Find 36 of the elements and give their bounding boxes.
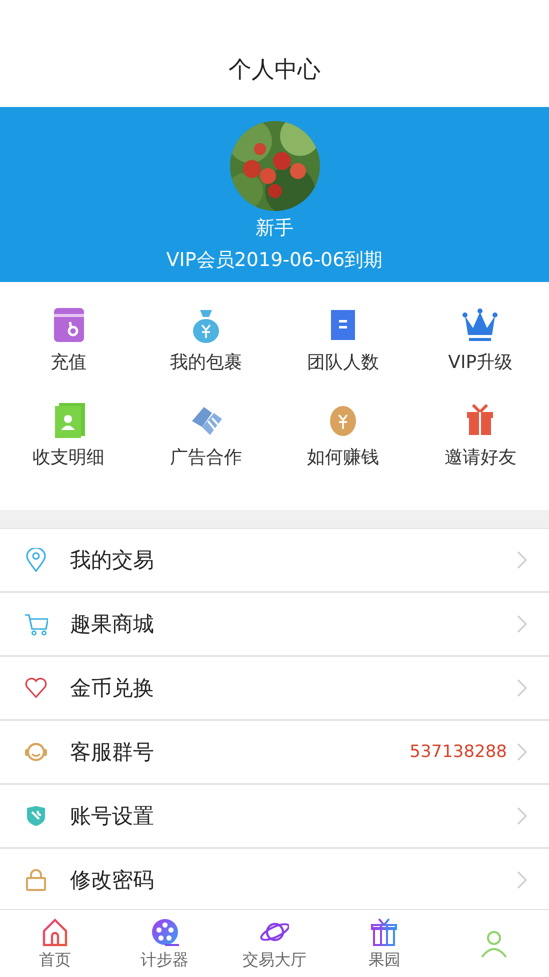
group-number: 537138288 — [410, 742, 507, 762]
gift-icon — [369, 916, 400, 946]
chevron-right-icon — [517, 807, 527, 825]
film-reel-icon — [150, 916, 180, 946]
headset-icon — [24, 740, 48, 764]
person-icon — [479, 928, 510, 958]
shortcut-item[interactable]: VIP升级 — [412, 306, 549, 401]
shortcut-item[interactable]: 充值 — [0, 306, 138, 401]
menu-item[interactable]: 账号设置 — [0, 785, 549, 849]
tab-item[interactable]: 计步器 — [110, 910, 220, 977]
crown-icon — [462, 306, 498, 344]
menu-item[interactable]: 我的交易 — [0, 529, 549, 593]
menu-item[interactable]: 客服群号 537138288 — [0, 721, 549, 785]
tab-item[interactable]: 果园 — [329, 910, 440, 977]
shortcut-item[interactable]: 邀请好友 — [412, 401, 549, 496]
membership-text: VIP会员2019-06-06到期 — [166, 248, 383, 273]
menu-item[interactable]: 趣果商城 — [0, 593, 549, 657]
tab-item[interactable]: 交易大厅 — [220, 910, 330, 977]
shortcut-item[interactable]: 如何赚钱 — [274, 401, 412, 496]
user-name: 新手 — [256, 216, 294, 241]
padlock-icon — [24, 868, 48, 892]
shortcut-item[interactable]: 收支明细 — [0, 401, 138, 496]
location-pin-icon — [24, 548, 48, 572]
page-title: 个人中心 — [228, 56, 320, 85]
tab-item[interactable]: 首页 — [0, 910, 110, 977]
menu-item[interactable]: 金币兑换 — [0, 657, 549, 721]
heart-icon — [24, 676, 48, 700]
chevron-right-icon — [517, 551, 527, 569]
shortcut-item[interactable]: 广告合作 — [137, 401, 274, 496]
cart-icon — [24, 612, 48, 636]
chevron-right-icon — [517, 743, 527, 761]
chevron-right-icon — [517, 615, 527, 633]
chevron-right-icon — [517, 871, 527, 889]
shortcut-item[interactable]: 团队人数 — [274, 306, 412, 401]
shortcut-item[interactable]: 我的包裹 — [137, 306, 274, 401]
chevron-right-icon — [517, 679, 527, 697]
